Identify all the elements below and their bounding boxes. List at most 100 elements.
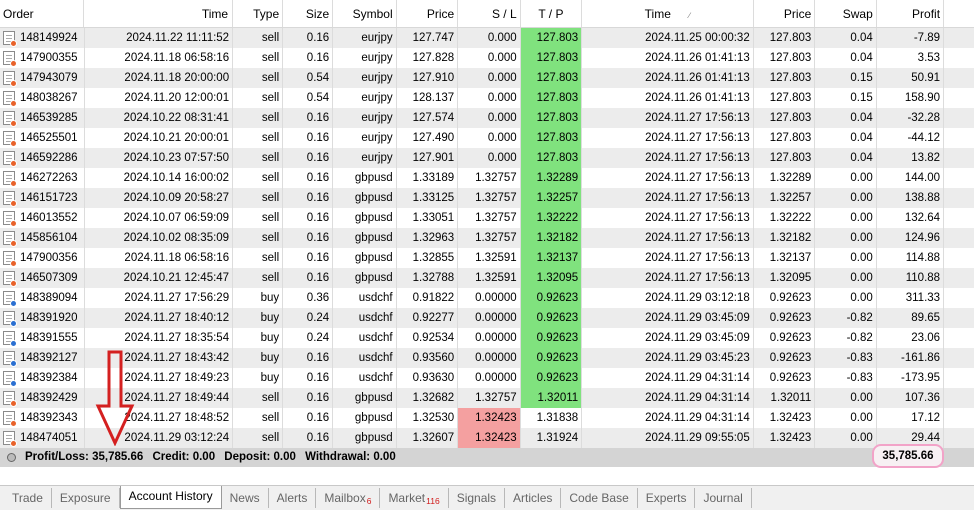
table-row[interactable]: 146507309 2024.10.21 12:45:47 sell 0.16 gbpu… (0, 268, 974, 288)
blue-dot-icon (10, 340, 17, 347)
table-row[interactable]: 146592286 2024.10.23 07:57:50 sell 0.16 eurj… (0, 148, 974, 168)
col-header-tp[interactable]: T / P (521, 0, 583, 27)
close-price-cell: 1.32289 (754, 168, 816, 188)
col-header-symbol[interactable]: Symbol (333, 0, 397, 27)
swap-cell: 0.00 (815, 248, 877, 268)
table-row[interactable]: 148389094 2024.11.27 17:56:29 buy 0.36 usdch… (0, 288, 974, 308)
tab-articles[interactable]: Articles (505, 488, 562, 508)
table-row[interactable]: 148391920 2024.11.27 18:40:12 buy 0.24 usdch… (0, 308, 974, 328)
sl-cell: 0.000 (458, 48, 521, 68)
table-row[interactable]: 146539285 2024.10.22 08:31:41 sell 0.16 eurj… (0, 108, 974, 128)
size-cell: 0.16 (283, 408, 334, 428)
type-cell: buy (233, 348, 284, 368)
swap-cell: 0.00 (815, 208, 877, 228)
type-cell: sell (233, 88, 284, 108)
table-row[interactable]: 147900355 2024.11.18 06:58:16 sell 0.16 eurj… (0, 48, 974, 68)
col-header-close-price[interactable]: Price (754, 0, 816, 27)
symbol-cell: eurjpy (333, 108, 397, 128)
close-price-cell: 0.92623 (754, 288, 816, 308)
type-cell: sell (233, 108, 284, 128)
symbol-cell: gbpusd (333, 248, 397, 268)
size-cell: 0.16 (283, 428, 334, 448)
tab-exposure[interactable]: Exposure (52, 488, 120, 508)
profit-cell: 311.33 (877, 288, 945, 308)
open-time-cell: 2024.11.18 20:00:00 (85, 68, 234, 88)
table-row[interactable]: 146151723 2024.10.09 20:58:27 sell 0.16 gbpu… (0, 188, 974, 208)
open-price-cell: 127.747 (397, 28, 459, 48)
tab-account-history[interactable]: Account History (119, 486, 222, 509)
orange-dot-icon (10, 260, 17, 267)
col-header-order[interactable]: Order (0, 0, 85, 27)
close-time-cell: 2024.11.27 17:56:13 (582, 168, 754, 188)
close-price-cell: 1.32182 (754, 228, 816, 248)
orange-dot-icon (10, 120, 17, 127)
order-number: 146539285 (20, 112, 78, 124)
order-cell: 146151723 (0, 188, 85, 208)
tab-code-base[interactable]: Code Base (561, 488, 638, 508)
swap-cell: 0.00 (815, 268, 877, 288)
swap-cell: -0.82 (815, 328, 877, 348)
order-cell: 148391555 (0, 328, 85, 348)
tp-cell: 0.92623 (520, 308, 583, 328)
table-row[interactable]: 148392384 2024.11.27 18:49:23 buy 0.16 usdch… (0, 368, 974, 388)
table-row[interactable]: 146525501 2024.10.21 20:00:01 sell 0.16 eurj… (0, 128, 974, 148)
tab-signals[interactable]: Signals (449, 488, 506, 508)
table-row[interactable]: 146013552 2024.10.07 06:59:09 sell 0.16 gbpu… (0, 208, 974, 228)
tab-trade[interactable]: Trade (4, 488, 52, 508)
row-filler (944, 248, 974, 268)
swap-cell: 0.15 (815, 88, 877, 108)
col-header-open-price[interactable]: Price (397, 0, 459, 27)
tab-label: Articles (513, 491, 553, 505)
table-row[interactable]: 148392127 2024.11.27 18:43:42 buy 0.16 usdch… (0, 348, 974, 368)
profit-cell: 158.90 (877, 88, 945, 108)
tab-experts[interactable]: Experts (638, 488, 696, 508)
table-row[interactable]: 148038267 2024.11.20 12:00:01 sell 0.54 eurj… (0, 88, 974, 108)
table-row[interactable]: 148391555 2024.11.27 18:35:54 buy 0.24 usdch… (0, 328, 974, 348)
col-header-profit[interactable]: Profit (877, 0, 945, 27)
row-filler (944, 48, 974, 68)
tab-badge: 6 (366, 496, 372, 506)
order-number: 148392384 (20, 372, 78, 384)
order-number: 146151723 (20, 192, 78, 204)
col-header-swap[interactable]: Swap (815, 0, 877, 27)
close-time-cell: 2024.11.29 04:31:14 (582, 388, 754, 408)
summary-text: Profit/Loss: 35,785.66 Credit: 0.00 Depo… (25, 448, 402, 467)
sl-cell: 1.32423 (458, 408, 521, 428)
tp-cell: 0.92623 (520, 368, 583, 388)
table-row[interactable]: 148474051 2024.11.29 03:12:24 sell 0.16 gbpu… (0, 428, 974, 448)
col-header-open-time[interactable]: Time (84, 0, 234, 27)
close-time-cell: 2024.11.27 17:56:13 (582, 248, 754, 268)
col-header-type[interactable]: Type (233, 0, 284, 27)
table-row[interactable]: 147943079 2024.11.18 20:00:00 sell 0.54 eurj… (0, 68, 974, 88)
sl-cell: 1.32757 (458, 208, 521, 228)
tab-mailbox[interactable]: Mailbox6 (316, 488, 381, 508)
open-time-cell: 2024.10.22 08:31:41 (85, 108, 234, 128)
tab-journal[interactable]: Journal (695, 488, 752, 508)
order-number: 148474051 (20, 432, 78, 444)
tab-market[interactable]: Market116 (380, 488, 449, 508)
sl-cell: 0.00000 (458, 328, 521, 348)
table-row[interactable]: 147900356 2024.11.18 06:58:16 sell 0.16 gbpu… (0, 248, 974, 268)
col-header-sl[interactable]: S / L (458, 0, 521, 27)
document-icon (3, 131, 17, 147)
order-number: 146592286 (20, 152, 78, 164)
open-price-cell: 0.93560 (397, 348, 459, 368)
table-row[interactable]: 148149924 2024.11.22 11:11:52 sell 0.16 eurj… (0, 28, 974, 48)
type-cell: sell (233, 128, 284, 148)
sl-cell: 0.000 (458, 148, 521, 168)
close-time-cell: 2024.11.27 17:56:13 (582, 188, 754, 208)
tab-news[interactable]: News (222, 488, 269, 508)
symbol-cell: gbpusd (333, 428, 397, 448)
order-number: 147900355 (20, 52, 78, 64)
table-row[interactable]: 146272263 2024.10.14 16:00:02 sell 0.16 gbpu… (0, 168, 974, 188)
sl-cell: 0.00000 (458, 348, 521, 368)
table-row[interactable]: 145856104 2024.10.02 08:35:09 sell 0.16 gbpu… (0, 228, 974, 248)
table-row[interactable]: 148392343 2024.11.27 18:48:52 sell 0.16 gbpu… (0, 408, 974, 428)
col-header-close-time[interactable]: Time ∕ (582, 0, 754, 27)
table-row[interactable]: 148392429 2024.11.27 18:49:44 sell 0.16 gbpu… (0, 388, 974, 408)
col-header-size[interactable]: Size (283, 0, 334, 27)
tab-alerts[interactable]: Alerts (269, 488, 317, 508)
open-time-cell: 2024.11.18 06:58:16 (85, 248, 234, 268)
size-cell: 0.16 (283, 248, 334, 268)
orange-dot-icon (10, 400, 17, 407)
